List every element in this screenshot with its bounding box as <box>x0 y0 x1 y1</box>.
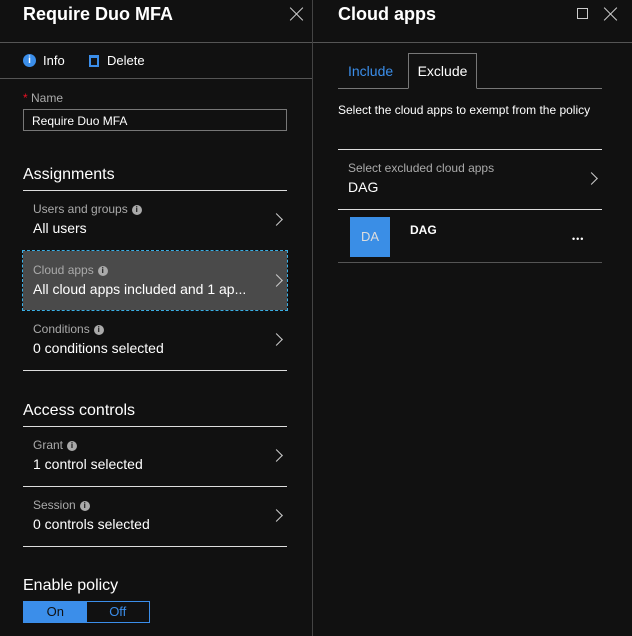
trash-icon <box>89 54 99 67</box>
grant-row[interactable]: Grant i 1 control selected <box>23 426 287 486</box>
close-icon[interactable] <box>604 7 618 21</box>
description: Select the cloud apps to exempt from the… <box>338 103 591 117</box>
maximize-icon[interactable] <box>577 8 588 19</box>
row-value: DAG <box>348 179 379 195</box>
select-excluded-apps-row[interactable]: Select excluded cloud apps DAG <box>338 149 602 209</box>
info-button[interactable]: i Info <box>23 53 65 68</box>
info-icon: i <box>67 440 78 451</box>
delete-button[interactable]: Delete <box>89 53 145 68</box>
enable-policy-toggle[interactable]: On Off <box>23 601 150 623</box>
close-icon[interactable] <box>290 7 304 21</box>
info-label: Info <box>43 53 65 68</box>
assignments-heading: Assignments <box>23 166 115 183</box>
row-label: Cloud apps <box>33 263 94 277</box>
chevron-right-icon <box>270 274 283 287</box>
row-value: All users <box>33 220 87 236</box>
row-label: Session <box>33 498 76 512</box>
info-icon: i <box>93 324 104 335</box>
chevron-right-icon <box>270 213 283 226</box>
blade-divider <box>312 0 313 636</box>
chevron-right-icon <box>270 449 283 462</box>
delete-label: Delete <box>107 53 145 68</box>
name-label: Name <box>31 91 64 105</box>
toggle-on[interactable]: On <box>24 602 87 622</box>
conditions-row[interactable]: Conditions i 0 conditions selected <box>23 310 287 370</box>
blade-title: Require Duo MFA <box>23 4 174 24</box>
row-value: 0 conditions selected <box>33 340 164 356</box>
chevron-right-icon <box>585 172 598 185</box>
enable-policy-heading: Enable policy <box>23 577 119 594</box>
required-marker: * <box>23 91 28 105</box>
info-icon: i <box>131 204 142 215</box>
info-icon: i <box>79 500 90 511</box>
info-icon: i <box>23 54 36 67</box>
row-label: Select excluded cloud apps <box>348 161 495 175</box>
row-label: Users and groups <box>33 202 128 216</box>
blade-title: Cloud apps <box>338 4 436 24</box>
app-tile: DA <box>350 217 390 257</box>
row-label: Grant <box>33 438 64 452</box>
chevron-right-icon <box>270 509 283 522</box>
session-row[interactable]: Session i 0 controls selected <box>23 486 287 546</box>
row-label: Conditions <box>33 322 90 336</box>
row-value: 0 controls selected <box>33 516 150 532</box>
name-input[interactable]: Require Duo MFA <box>23 109 287 131</box>
info-icon: i <box>97 265 108 276</box>
tab-exclude[interactable]: Exclude <box>408 53 477 89</box>
tab-include[interactable]: Include <box>348 63 393 79</box>
access-controls-heading: Access controls <box>23 402 136 419</box>
cloud-apps-row[interactable]: Cloud apps i All cloud apps included and … <box>22 250 288 311</box>
chevron-right-icon <box>270 333 283 346</box>
row-value: 1 control selected <box>33 456 143 472</box>
app-list-item[interactable]: DA DAG ••• <box>338 210 602 263</box>
more-options-icon[interactable]: ••• <box>572 234 584 244</box>
app-name: DAG <box>410 223 437 237</box>
row-value: All cloud apps included and 1 ap... <box>33 281 247 297</box>
users-and-groups-row[interactable]: Users and groups i All users <box>23 190 287 250</box>
toggle-off[interactable]: Off <box>87 602 150 622</box>
